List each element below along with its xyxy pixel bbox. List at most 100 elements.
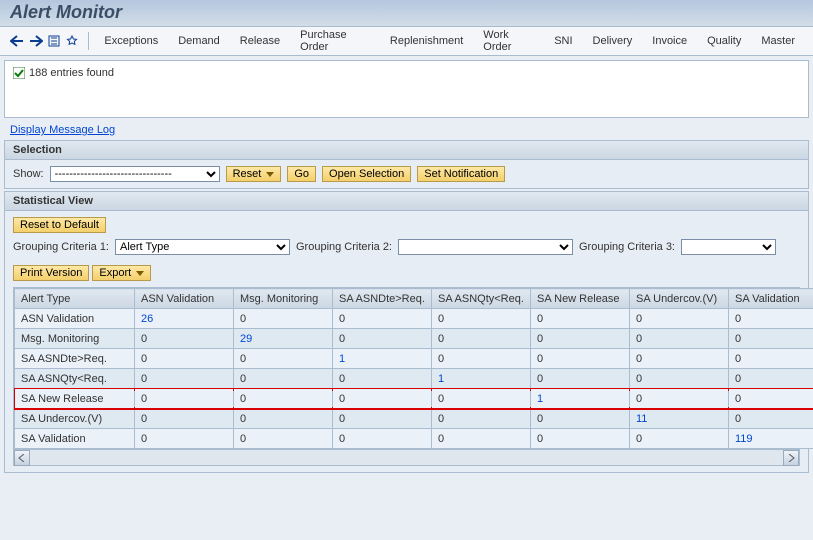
col-asn-validation[interactable]: ASN Validation bbox=[135, 289, 234, 309]
row-type-cell: Msg. Monitoring bbox=[15, 329, 135, 349]
menu-work-order[interactable]: Work Order bbox=[475, 27, 542, 55]
data-cell: 0 bbox=[333, 389, 432, 409]
col-sa-new-release[interactable]: SA New Release bbox=[531, 289, 630, 309]
alert-table: Alert Type ASN Validation Msg. Monitorin… bbox=[13, 287, 800, 466]
favorites-icon[interactable] bbox=[65, 33, 79, 49]
export-button[interactable]: Export bbox=[92, 265, 151, 281]
forward-icon[interactable] bbox=[28, 33, 42, 49]
selection-panel: Selection Show: ------------------------… bbox=[4, 140, 809, 189]
data-cell: 0 bbox=[234, 389, 333, 409]
display-message-log-link[interactable]: Display Message Log bbox=[6, 122, 119, 138]
show-select[interactable]: -------------------------------- bbox=[50, 166, 220, 182]
data-cell: 1 bbox=[531, 389, 630, 409]
menu-replenishment[interactable]: Replenishment bbox=[382, 33, 471, 49]
data-cell: 0 bbox=[531, 349, 630, 369]
history-icon[interactable] bbox=[47, 33, 61, 49]
data-cell: 0 bbox=[234, 369, 333, 389]
count-link[interactable]: 119 bbox=[735, 433, 753, 445]
count-link[interactable]: 1 bbox=[339, 353, 345, 365]
gc3-label: Grouping Criteria 3: bbox=[579, 241, 675, 253]
count-link[interactable]: 26 bbox=[141, 313, 153, 325]
data-cell: 0 bbox=[432, 429, 531, 449]
data-cell: 0 bbox=[333, 429, 432, 449]
table-row: SA ASNDte>Req.0010000 bbox=[15, 349, 813, 369]
data-cell: 0 bbox=[729, 309, 813, 329]
data-cell: 0 bbox=[234, 409, 333, 429]
menu-exceptions[interactable]: Exceptions bbox=[96, 33, 166, 49]
data-cell: 0 bbox=[135, 329, 234, 349]
status-area: 188 entries found bbox=[4, 60, 809, 118]
col-msg-monitoring[interactable]: Msg. Monitoring bbox=[234, 289, 333, 309]
col-sa-undercov[interactable]: SA Undercov.(V) bbox=[630, 289, 729, 309]
menu-release[interactable]: Release bbox=[232, 33, 288, 49]
menu-delivery[interactable]: Delivery bbox=[585, 33, 641, 49]
data-cell: 0 bbox=[531, 329, 630, 349]
gc3-select[interactable] bbox=[681, 239, 776, 255]
count-link[interactable]: 1 bbox=[537, 393, 543, 405]
data-cell: 0 bbox=[234, 349, 333, 369]
menu-master[interactable]: Master bbox=[753, 33, 803, 49]
data-cell: 0 bbox=[729, 409, 813, 429]
reset-default-button[interactable]: Reset to Default bbox=[13, 217, 106, 233]
row-type-cell: SA New Release bbox=[15, 389, 135, 409]
data-cell: 0 bbox=[630, 389, 729, 409]
data-cell: 29 bbox=[234, 329, 333, 349]
data-cell: 0 bbox=[135, 409, 234, 429]
row-type-cell: SA Undercov.(V) bbox=[15, 409, 135, 429]
data-cell: 0 bbox=[333, 409, 432, 429]
data-cell: 0 bbox=[234, 429, 333, 449]
menu-purchase-order[interactable]: Purchase Order bbox=[292, 27, 378, 55]
print-version-button[interactable]: Print Version bbox=[13, 265, 89, 281]
col-sa-asndte[interactable]: SA ASNDte>Req. bbox=[333, 289, 432, 309]
gc1-select[interactable]: Alert Type bbox=[115, 239, 290, 255]
go-button[interactable]: Go bbox=[287, 166, 316, 182]
row-type-cell: SA Validation bbox=[15, 429, 135, 449]
menu-sni[interactable]: SNI bbox=[546, 33, 580, 49]
row-type-cell: SA ASNQty<Req. bbox=[15, 369, 135, 389]
menu-invoice[interactable]: Invoice bbox=[644, 33, 695, 49]
data-cell: 0 bbox=[531, 369, 630, 389]
set-notification-button[interactable]: Set Notification bbox=[417, 166, 505, 182]
col-alert-type[interactable]: Alert Type bbox=[15, 289, 135, 309]
data-cell: 0 bbox=[432, 409, 531, 429]
count-link[interactable]: 29 bbox=[240, 333, 252, 345]
gc2-select[interactable] bbox=[398, 239, 573, 255]
data-cell: 0 bbox=[432, 329, 531, 349]
count-link[interactable]: 11 bbox=[636, 413, 647, 425]
reset-button[interactable]: Reset bbox=[226, 166, 282, 182]
data-cell: 1 bbox=[333, 349, 432, 369]
back-icon[interactable] bbox=[10, 33, 24, 49]
scroll-right-icon[interactable] bbox=[783, 450, 799, 466]
data-cell: 0 bbox=[531, 429, 630, 449]
data-cell: 0 bbox=[729, 349, 813, 369]
menu-quality[interactable]: Quality bbox=[699, 33, 749, 49]
table-row: SA ASNQty<Req.0001000 bbox=[15, 369, 813, 389]
data-cell: 11 bbox=[630, 409, 729, 429]
app-title: Alert Monitor bbox=[0, 0, 813, 26]
data-cell: 0 bbox=[333, 309, 432, 329]
success-icon bbox=[13, 67, 25, 79]
scroll-left-icon[interactable] bbox=[14, 450, 30, 466]
table-header-row: Alert Type ASN Validation Msg. Monitorin… bbox=[15, 289, 813, 309]
data-cell: 0 bbox=[729, 369, 813, 389]
data-cell: 0 bbox=[135, 389, 234, 409]
row-type-cell: ASN Validation bbox=[15, 309, 135, 329]
gc1-label: Grouping Criteria 1: bbox=[13, 241, 109, 253]
table-row: SA New Release0000100 bbox=[15, 389, 813, 409]
col-sa-validation[interactable]: SA Validation bbox=[729, 289, 813, 309]
data-cell: 0 bbox=[531, 409, 630, 429]
gc2-label: Grouping Criteria 2: bbox=[296, 241, 392, 253]
data-cell: 0 bbox=[432, 349, 531, 369]
data-cell: 0 bbox=[729, 389, 813, 409]
status-text: 188 entries found bbox=[29, 67, 114, 79]
table-row: Msg. Monitoring02900000 bbox=[15, 329, 813, 349]
data-cell: 0 bbox=[135, 369, 234, 389]
col-sa-asnqty[interactable]: SA ASNQty<Req. bbox=[432, 289, 531, 309]
open-selection-button[interactable]: Open Selection bbox=[322, 166, 411, 182]
statistical-view-header: Statistical View bbox=[5, 192, 808, 211]
menu-demand[interactable]: Demand bbox=[170, 33, 228, 49]
data-cell: 1 bbox=[432, 369, 531, 389]
row-type-cell: SA ASNDte>Req. bbox=[15, 349, 135, 369]
count-link[interactable]: 1 bbox=[438, 373, 444, 385]
horizontal-scrollbar[interactable] bbox=[14, 449, 799, 465]
